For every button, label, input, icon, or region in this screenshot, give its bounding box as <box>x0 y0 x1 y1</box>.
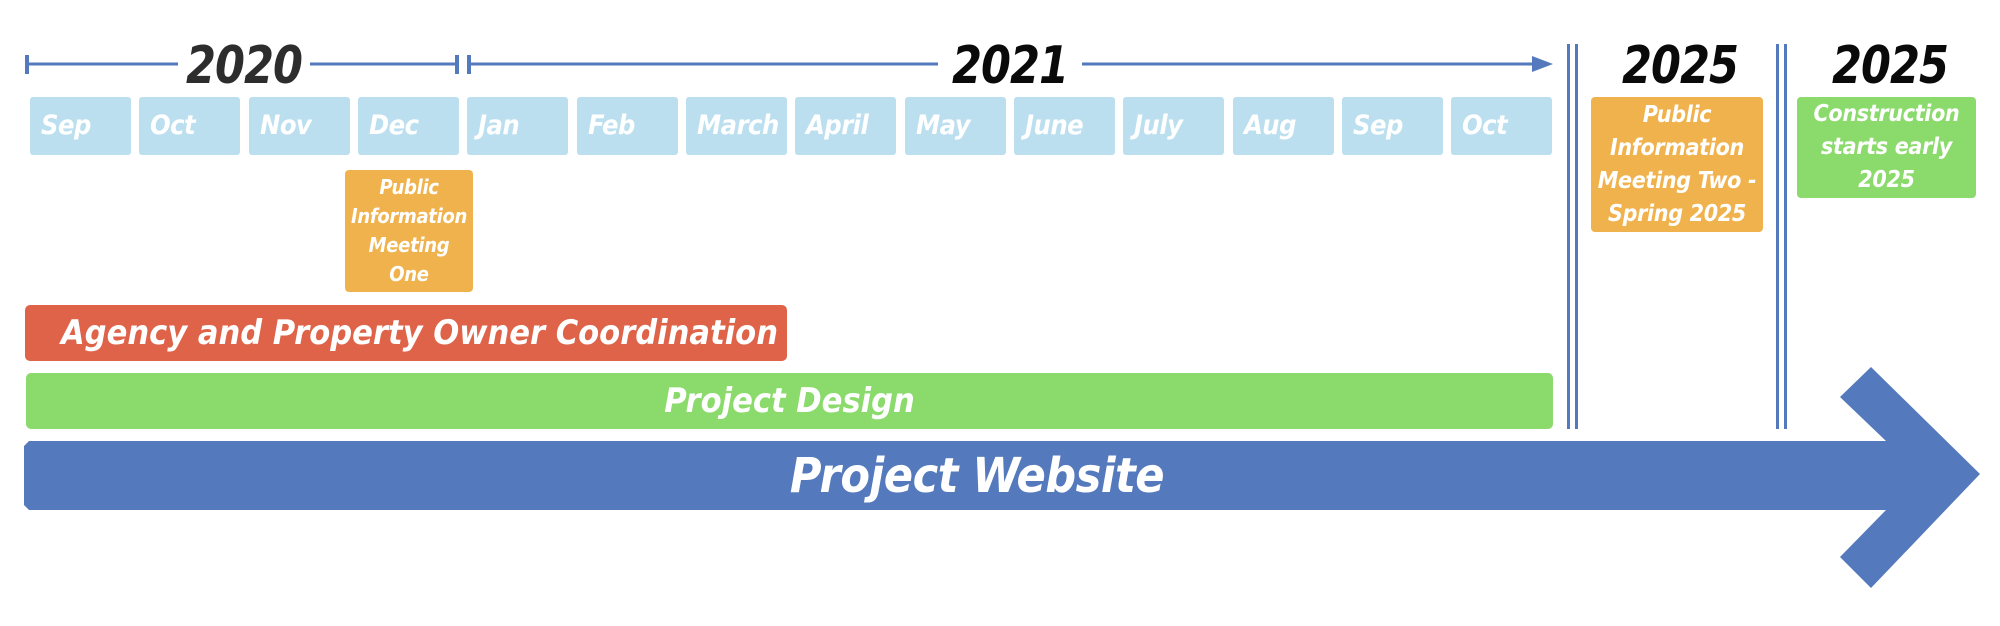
milestone-text: Meeting <box>368 233 450 257</box>
separator-line <box>1776 44 1779 429</box>
bar-label: Project Design <box>664 381 915 421</box>
bar-coordination: Agency and Property Owner Coordination <box>25 305 787 361</box>
separator-line <box>1567 44 1570 429</box>
bar-label: Project Website <box>789 447 1165 504</box>
month-cell: May <box>905 97 1006 155</box>
milestone-text: Construction <box>1813 101 1960 127</box>
month-cell: Sep <box>30 97 131 155</box>
milestone-text: Public <box>1642 101 1712 128</box>
milestone-text: Public <box>379 175 439 199</box>
milestone-text: Meeting Two - <box>1597 167 1757 194</box>
bar-label: Agency and Property Owner Coordination <box>61 313 778 353</box>
milestone-text: Spring 2025 <box>1607 200 1747 227</box>
year-label-2025-construction: 2025 <box>1831 36 1949 96</box>
month-cell: March <box>686 97 787 155</box>
month-cell: Feb <box>577 97 678 155</box>
separator-line <box>1784 44 1787 429</box>
milestone-text: Information <box>350 204 468 228</box>
month-cell: June <box>1014 97 1115 155</box>
milestone-construction: Construction starts early 2025 <box>1797 97 1976 198</box>
milestone-text: Information <box>1609 134 1744 161</box>
month-cell: April <box>795 97 896 155</box>
separator-line <box>1575 44 1578 429</box>
arrowhead-icon <box>1532 56 1553 72</box>
month-cell: Oct <box>1451 97 1552 155</box>
bar-website-label-wrap: Project Website <box>24 441 1930 510</box>
month-cell: Aug <box>1233 97 1334 155</box>
milestone-meeting-one: Public Information Meeting One <box>345 170 473 292</box>
month-cell: Jan <box>467 97 568 155</box>
milestone-text: 2025 <box>1858 167 1915 193</box>
milestone-text: starts early <box>1821 134 1952 160</box>
milestone-meeting-two: Public Information Meeting Two - Spring … <box>1591 97 1763 232</box>
month-cell: Nov <box>249 97 350 155</box>
year-label-2021: 2021 <box>951 36 1069 96</box>
bar-design: Project Design <box>26 373 1553 429</box>
month-cell: Dec <box>358 97 459 155</box>
month-cell: July <box>1123 97 1224 155</box>
year-label-2020: 2020 <box>185 36 303 96</box>
month-cell: Sep <box>1342 97 1443 155</box>
milestone-text: One <box>389 262 429 286</box>
year-label-2025-meeting: 2025 <box>1621 36 1739 96</box>
month-cell: Oct <box>139 97 240 155</box>
